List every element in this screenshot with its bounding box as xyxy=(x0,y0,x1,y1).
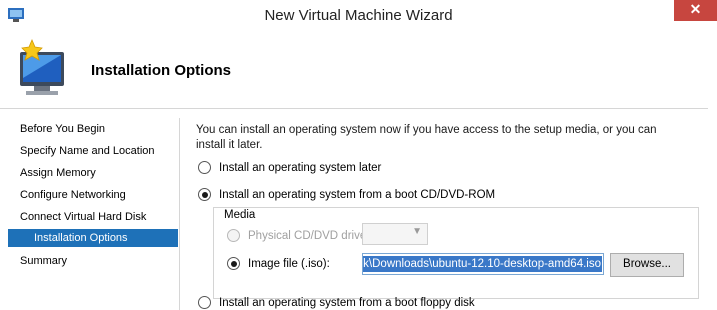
radio-physical-drive xyxy=(227,229,240,242)
option-install-later[interactable]: Install an operating system later xyxy=(198,161,381,174)
radio-install-floppy[interactable] xyxy=(198,296,211,309)
sidebar-item-assign-memory[interactable]: Assign Memory xyxy=(8,164,178,182)
browse-button[interactable]: Browse... xyxy=(610,253,684,277)
radio-install-later[interactable] xyxy=(198,161,211,174)
page-title: Installation Options xyxy=(91,62,232,79)
window-right-edge xyxy=(708,30,717,310)
image-file-input[interactable]: ick\Downloads\ubuntu-12.10-desktop-amd64… xyxy=(362,253,604,275)
title-bar: New Virtual Machine Wizard ✕ xyxy=(0,0,717,30)
chevron-down-icon: ▼ xyxy=(412,226,422,237)
window-title: New Virtual Machine Wizard xyxy=(264,7,453,24)
option-install-floppy-label[interactable]: Install an operating system from a boot … xyxy=(219,297,475,309)
media-group-label: Media xyxy=(222,209,258,221)
wizard-steps-sidebar: Before You Begin Specify Name and Locati… xyxy=(0,109,180,310)
close-button[interactable]: ✕ xyxy=(674,0,717,21)
option-install-cd-label[interactable]: Install an operating system from a boot … xyxy=(219,189,495,201)
physical-drive-select: ▼ xyxy=(362,223,428,245)
physical-drive-label: Physical CD/DVD drive: xyxy=(248,229,370,242)
option-install-floppy[interactable]: Install an operating system from a boot … xyxy=(198,296,475,309)
radio-image-file[interactable] xyxy=(227,257,240,270)
wizard-header: Installation Options xyxy=(0,30,717,108)
image-file-value[interactable]: ick\Downloads\ubuntu-12.10-desktop-amd64… xyxy=(363,256,602,272)
option-physical-drive: Physical CD/DVD drive: xyxy=(227,229,369,242)
sidebar-item-summary[interactable]: Summary xyxy=(8,252,178,270)
option-install-later-label[interactable]: Install an operating system later xyxy=(219,162,381,174)
option-install-cd[interactable]: Install an operating system from a boot … xyxy=(198,188,495,201)
instruction-text: You can install an operating system now … xyxy=(196,124,657,151)
image-file-label[interactable]: Image file (.iso): xyxy=(248,258,330,270)
sidebar-item-configure-networking[interactable]: Configure Networking xyxy=(8,186,178,204)
main-content: You can install an operating system now … xyxy=(180,109,717,310)
sidebar-item-installation-options[interactable]: Installation Options xyxy=(8,229,178,247)
sidebar-item-specify-name-and-location[interactable]: Specify Name and Location xyxy=(8,142,178,160)
close-icon[interactable]: ✕ xyxy=(674,1,717,18)
sidebar-item-before-you-begin[interactable]: Before You Begin xyxy=(8,120,178,138)
sidebar-item-connect-virtual-hard-disk[interactable]: Connect Virtual Hard Disk xyxy=(8,208,178,226)
computer-star-icon xyxy=(20,38,64,95)
radio-install-cd[interactable] xyxy=(198,188,211,201)
option-image-file[interactable]: Image file (.iso): xyxy=(227,257,330,270)
